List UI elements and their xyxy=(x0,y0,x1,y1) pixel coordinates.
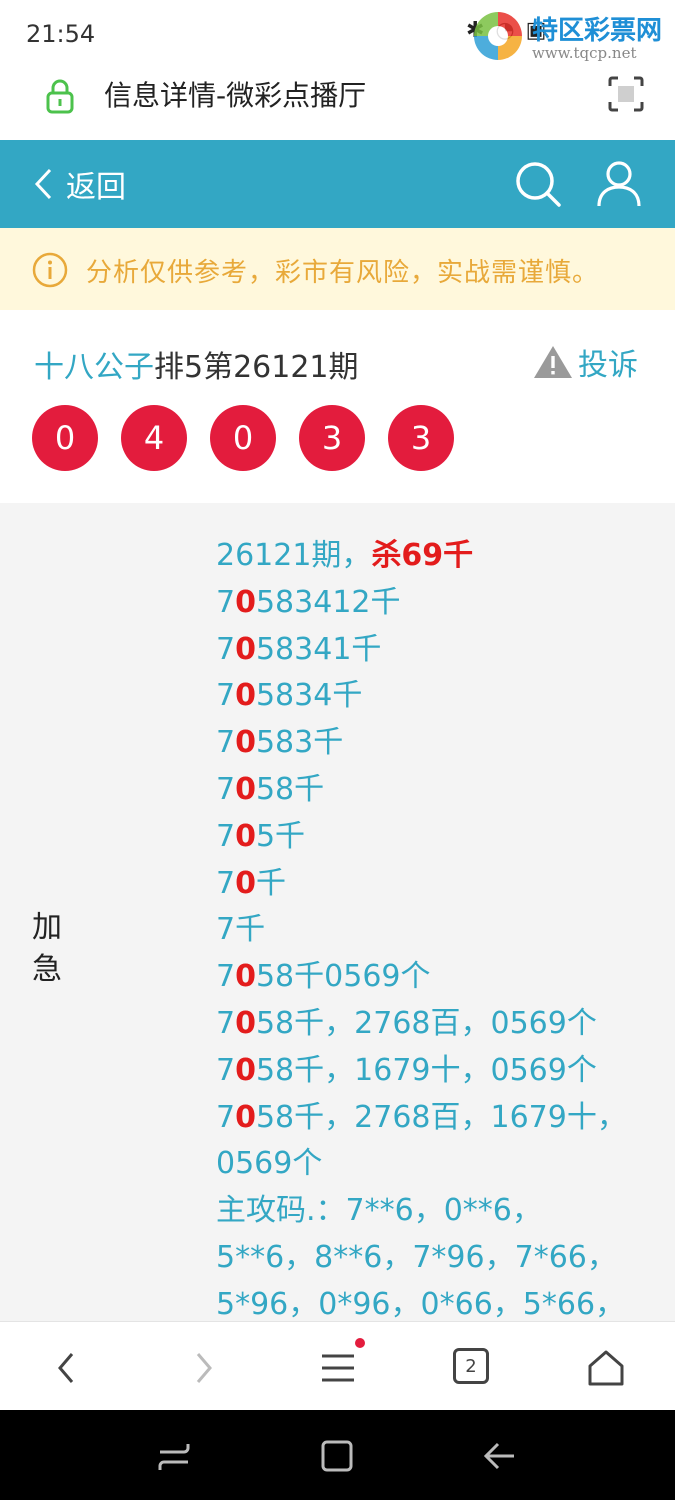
complaint-label: 投诉 xyxy=(578,348,638,383)
warning-icon xyxy=(534,346,572,378)
back-arrow-icon[interactable] xyxy=(482,1438,518,1474)
search-icon[interactable] xyxy=(514,160,562,208)
browser-toolbar: 2 xyxy=(0,1321,675,1411)
highlight-text: 0 xyxy=(235,1005,256,1041)
content-line: 70千 xyxy=(216,861,636,908)
line-text: 7 xyxy=(216,865,236,901)
highlight-text: 0 xyxy=(235,865,256,901)
highlight-text: 杀69千 xyxy=(371,538,474,573)
line-text: 7 xyxy=(216,584,236,620)
line-text: 58千，1679十，0569个 xyxy=(255,1052,597,1088)
content-line: 主攻码.：7**6，0**6，5**6，8**6，7*96，7*66，5*96，… xyxy=(216,1188,636,1321)
line-text: 7千 xyxy=(216,912,266,948)
draw-result: 0 4 0 3 3 xyxy=(32,405,477,471)
browser-forward-icon[interactable] xyxy=(182,1348,222,1388)
line-text: 58千0569个 xyxy=(255,959,431,995)
line-text: 58千 xyxy=(255,771,325,807)
result-ball: 0 xyxy=(210,405,276,471)
highlight-text: 0 xyxy=(235,1099,256,1135)
highlight-text: 0 xyxy=(235,584,256,620)
line-text: 7 xyxy=(216,1052,236,1088)
issue-title: 十八公子排5第26121期 xyxy=(34,342,359,386)
content-lines: 26121期，杀69千 70583412千 7058341千 705834千 7… xyxy=(216,533,636,1321)
info-icon xyxy=(32,252,68,288)
highlight-text: 0 xyxy=(235,725,256,761)
highlight-text: 0 xyxy=(235,818,256,854)
watermark-brand: 特区彩票网 xyxy=(532,16,663,46)
user-icon[interactable] xyxy=(596,160,642,208)
line-text: 58千，2768百，1679十，0569个 xyxy=(216,1099,627,1182)
brand-logo-icon xyxy=(474,12,522,60)
scan-icon[interactable] xyxy=(608,76,644,112)
line-text: 26121期， xyxy=(216,538,372,573)
line-text: 7 xyxy=(216,771,236,807)
content-line: 7058千，2768百，1679十，0569个 xyxy=(216,1095,636,1189)
line-text: 7 xyxy=(216,1005,236,1041)
menu-icon[interactable] xyxy=(318,1348,358,1388)
result-ball: 0 xyxy=(32,405,98,471)
line-text: 7 xyxy=(216,678,236,714)
line-text: 583千 xyxy=(255,725,344,761)
line-text: 5千 xyxy=(255,818,306,854)
content-line: 7058千0569个 xyxy=(216,954,636,1001)
highlight-text: 0 xyxy=(235,771,256,807)
line-text: 主攻码.：7**6，0**6，5**6，8**6，7*96，7*66，5*96，… xyxy=(216,1193,626,1321)
author-link[interactable]: 十八公子 xyxy=(34,350,154,385)
line-text: 7 xyxy=(216,1099,236,1135)
app-nav-bar: 返回 xyxy=(0,140,675,228)
highlight-text: 0 xyxy=(235,678,256,714)
content-line: 7千 xyxy=(216,907,636,954)
status-time: 21:54 xyxy=(26,20,96,48)
watermark-url: www.tqcp.net xyxy=(532,44,637,62)
content-line: 7058341千 xyxy=(216,627,636,674)
tab-count: 2 xyxy=(465,1355,477,1377)
chevron-left-icon xyxy=(34,168,52,200)
line-text: 7 xyxy=(216,959,236,995)
result-ball: 3 xyxy=(388,405,454,471)
line-text: 5834千 xyxy=(255,678,363,714)
line-text: 7 xyxy=(216,818,236,854)
browser-address-bar: 信息详情-微彩点播厅 xyxy=(0,70,675,140)
post-header: 十八公子排5第26121期 投诉 0 4 0 3 3 xyxy=(0,310,675,503)
result-ball: 4 xyxy=(121,405,187,471)
risk-notice: 分析仅供参考，彩市有风险，实战需谨慎。 xyxy=(0,228,675,310)
result-ball: 3 xyxy=(299,405,365,471)
browser-back-icon[interactable] xyxy=(48,1348,88,1388)
category-label: 加急 xyxy=(32,910,62,987)
line-text: 58341千 xyxy=(255,631,382,667)
notification-dot xyxy=(355,1338,365,1348)
content-line: 26121期，杀69千 xyxy=(216,533,636,580)
lock-icon xyxy=(46,79,74,114)
content-line: 7058千，1679十，0569个 xyxy=(216,1048,636,1095)
line-text: 7 xyxy=(216,725,236,761)
back-label: 返回 xyxy=(66,170,126,205)
watermark-logo: 特区彩票网 www.tqcp.net xyxy=(474,10,674,70)
line-text: 7 xyxy=(216,631,236,667)
post-content: 加急 26121期，杀69千 70583412千 7058341千 705834… xyxy=(0,503,675,1321)
system-nav-bar xyxy=(0,1410,675,1500)
content-line: 70583千 xyxy=(216,720,636,767)
line-text: 583412千 xyxy=(255,584,401,620)
status-bar: 21:54 ✱ ◔ ▣ 特区彩票网 www.tqcp.net xyxy=(0,0,675,70)
content-line: 7058千，2768百，0569个 xyxy=(216,1001,636,1048)
page-title: 信息详情-微彩点播厅 xyxy=(104,79,367,112)
line-text: 千 xyxy=(255,865,286,901)
content-line: 705千 xyxy=(216,814,636,861)
content-line: 705834千 xyxy=(216,673,636,720)
complaint-button[interactable]: 投诉 xyxy=(532,340,638,384)
tabs-button[interactable]: 2 xyxy=(453,1348,489,1384)
recent-apps-icon[interactable] xyxy=(156,1438,192,1474)
issue-text: 排5第26121期 xyxy=(154,350,359,385)
content-line: 7058千 xyxy=(216,767,636,814)
highlight-text: 0 xyxy=(235,631,256,667)
back-button[interactable]: 返回 xyxy=(34,162,126,206)
home-icon[interactable] xyxy=(586,1348,626,1388)
highlight-text: 0 xyxy=(235,1052,256,1088)
notice-text: 分析仅供参考，彩市有风险，实战需谨慎。 xyxy=(86,258,600,288)
line-text: 58千，2768百，0569个 xyxy=(255,1005,597,1041)
content-line: 70583412千 xyxy=(216,580,636,627)
highlight-text: 0 xyxy=(235,959,256,995)
home-square-icon[interactable] xyxy=(319,1438,355,1474)
